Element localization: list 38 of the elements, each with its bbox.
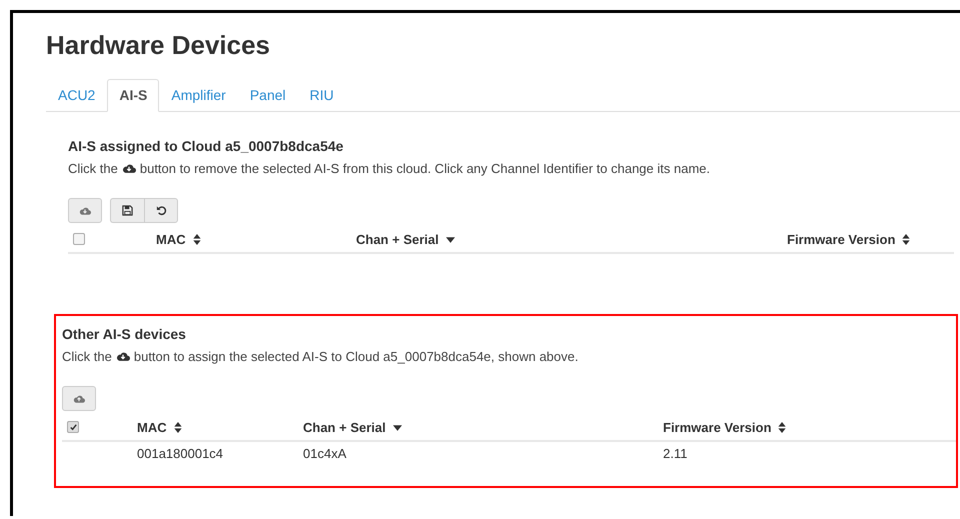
tab[interactable]: Amplifier	[159, 79, 238, 112]
section-heading: AI-S assigned to Cloud a5_0007b8dca54e	[68, 137, 344, 156]
tab[interactable]: ACU2	[46, 79, 108, 112]
column-header[interactable]: Firmware Version	[663, 419, 772, 437]
table-cell: 2.11	[663, 446, 688, 461]
column-header[interactable]: Chan + Serial	[303, 419, 386, 437]
sort-icon[interactable]	[174, 422, 182, 433]
select-all-checkbox[interactable]	[67, 421, 79, 433]
description-text: Click the	[62, 349, 112, 364]
undo-button[interactable]	[144, 198, 178, 223]
save-button[interactable]	[110, 198, 144, 223]
column-header[interactable]: Chan + Serial	[356, 231, 439, 249]
tab[interactable]: AI-S	[107, 79, 160, 112]
section-heading: Other AI-S devices	[62, 325, 187, 344]
description-text: Click the	[68, 161, 118, 176]
column-header[interactable]: Firmware Version	[787, 231, 896, 249]
cloud-icon	[73, 394, 85, 404]
tab[interactable]: RIU	[298, 79, 346, 112]
table-cell: 01c4xA	[303, 446, 346, 461]
cloud-button[interactable]	[62, 386, 96, 411]
cloud-icon	[116, 351, 130, 362]
table-cell: 001a180001c4	[137, 446, 224, 461]
sort-descending-icon[interactable]	[392, 425, 402, 431]
sort-icon[interactable]	[902, 234, 910, 245]
column-header[interactable]: MAC	[156, 231, 186, 249]
page-title: Hardware Devices	[46, 30, 272, 60]
sort-icon[interactable]	[192, 234, 201, 245]
description-text: button to assign the selected AI-S to Cloud a5_0007b8dca54e, shown above.	[134, 349, 578, 364]
column-header[interactable]: MAC	[137, 419, 167, 437]
undo-icon	[156, 205, 166, 216]
select-all-checkbox[interactable]	[73, 233, 85, 245]
cloud-button[interactable]	[68, 198, 102, 223]
sort-descending-icon[interactable]	[446, 237, 455, 243]
cloud-icon	[122, 163, 136, 174]
sort-icon[interactable]	[778, 422, 786, 433]
description-text: button to remove the selected AI-S from this cloud. Click any Channel Identifier to change its name.	[140, 161, 710, 176]
tab[interactable]: Panel	[238, 79, 298, 112]
cloud-icon	[79, 206, 91, 216]
